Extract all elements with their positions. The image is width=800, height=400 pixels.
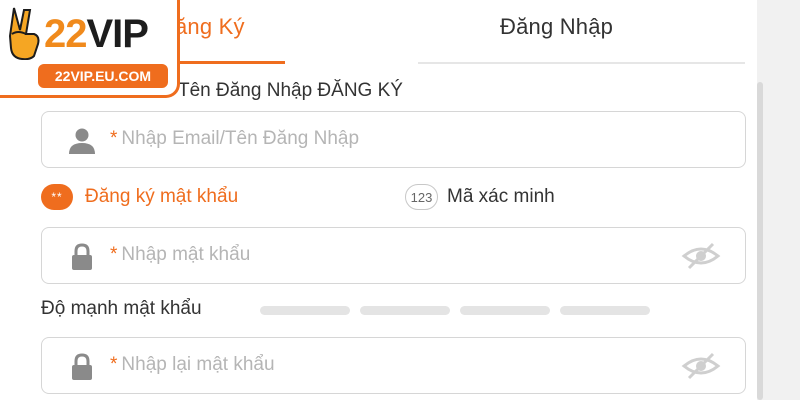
- logo-brand: VIP: [86, 12, 149, 56]
- confirm-password-placeholder-text: Nhập lại mật khẩu: [121, 354, 275, 375]
- username-field[interactable]: * Nhập Email/Tên Đăng Nhập: [41, 111, 746, 168]
- required-mark: *: [110, 128, 118, 149]
- password-option-label: Đăng ký mật khẩu: [85, 186, 239, 207]
- password-placeholder-text: Nhập mật khẩu: [121, 244, 251, 265]
- eye-hidden-icon[interactable]: [681, 352, 721, 380]
- page-gutter: [757, 0, 800, 400]
- password-option-badge: **: [41, 184, 73, 210]
- code-option-badge: 123: [405, 184, 438, 210]
- lock-icon: [72, 353, 92, 380]
- confirm-password-field[interactable]: * Nhập lại mật khẩu: [41, 337, 746, 394]
- option-password[interactable]: ** Đăng ký mật khẩu: [41, 184, 238, 210]
- tab-register[interactable]: ăng Ký: [175, 14, 245, 40]
- logo-wordmark: 22VIP: [44, 12, 149, 57]
- eye-hidden-icon[interactable]: [681, 242, 721, 270]
- strength-segment: [360, 306, 450, 315]
- brand-logo[interactable]: 22VIP 22VIP.EU.COM: [0, 0, 180, 98]
- password-field[interactable]: * Nhập mật khẩu: [41, 227, 746, 284]
- option-verification-code[interactable]: 123 Mã xác minh: [405, 184, 555, 210]
- lock-icon: [72, 243, 92, 270]
- required-mark: *: [110, 244, 118, 265]
- section-label: Tên Đăng Nhập ĐĂNG KÝ: [178, 80, 403, 101]
- user-icon: [69, 128, 95, 154]
- password-placeholder: * Nhập mật khẩu: [110, 244, 250, 266]
- logo-url: 22VIP.EU.COM: [38, 64, 168, 88]
- required-mark: *: [110, 354, 118, 375]
- username-placeholder: * Nhập Email/Tên Đăng Nhập: [110, 128, 359, 150]
- confirm-password-placeholder: * Nhập lại mật khẩu: [110, 354, 275, 376]
- victory-hand-icon: [8, 7, 40, 60]
- strength-segment: [260, 306, 350, 315]
- code-option-label: Mã xác minh: [447, 186, 555, 207]
- tab-login[interactable]: Đăng Nhập: [500, 14, 613, 40]
- username-placeholder-text: Nhập Email/Tên Đăng Nhập: [121, 128, 360, 149]
- scrollbar[interactable]: [757, 82, 763, 400]
- password-strength-label: Độ mạnh mật khẩu: [41, 298, 202, 319]
- active-tab-indicator: [175, 61, 285, 64]
- logo-number: 22: [44, 12, 87, 56]
- strength-segment: [560, 306, 650, 315]
- tab-divider: [418, 62, 745, 64]
- strength-segment: [460, 306, 550, 315]
